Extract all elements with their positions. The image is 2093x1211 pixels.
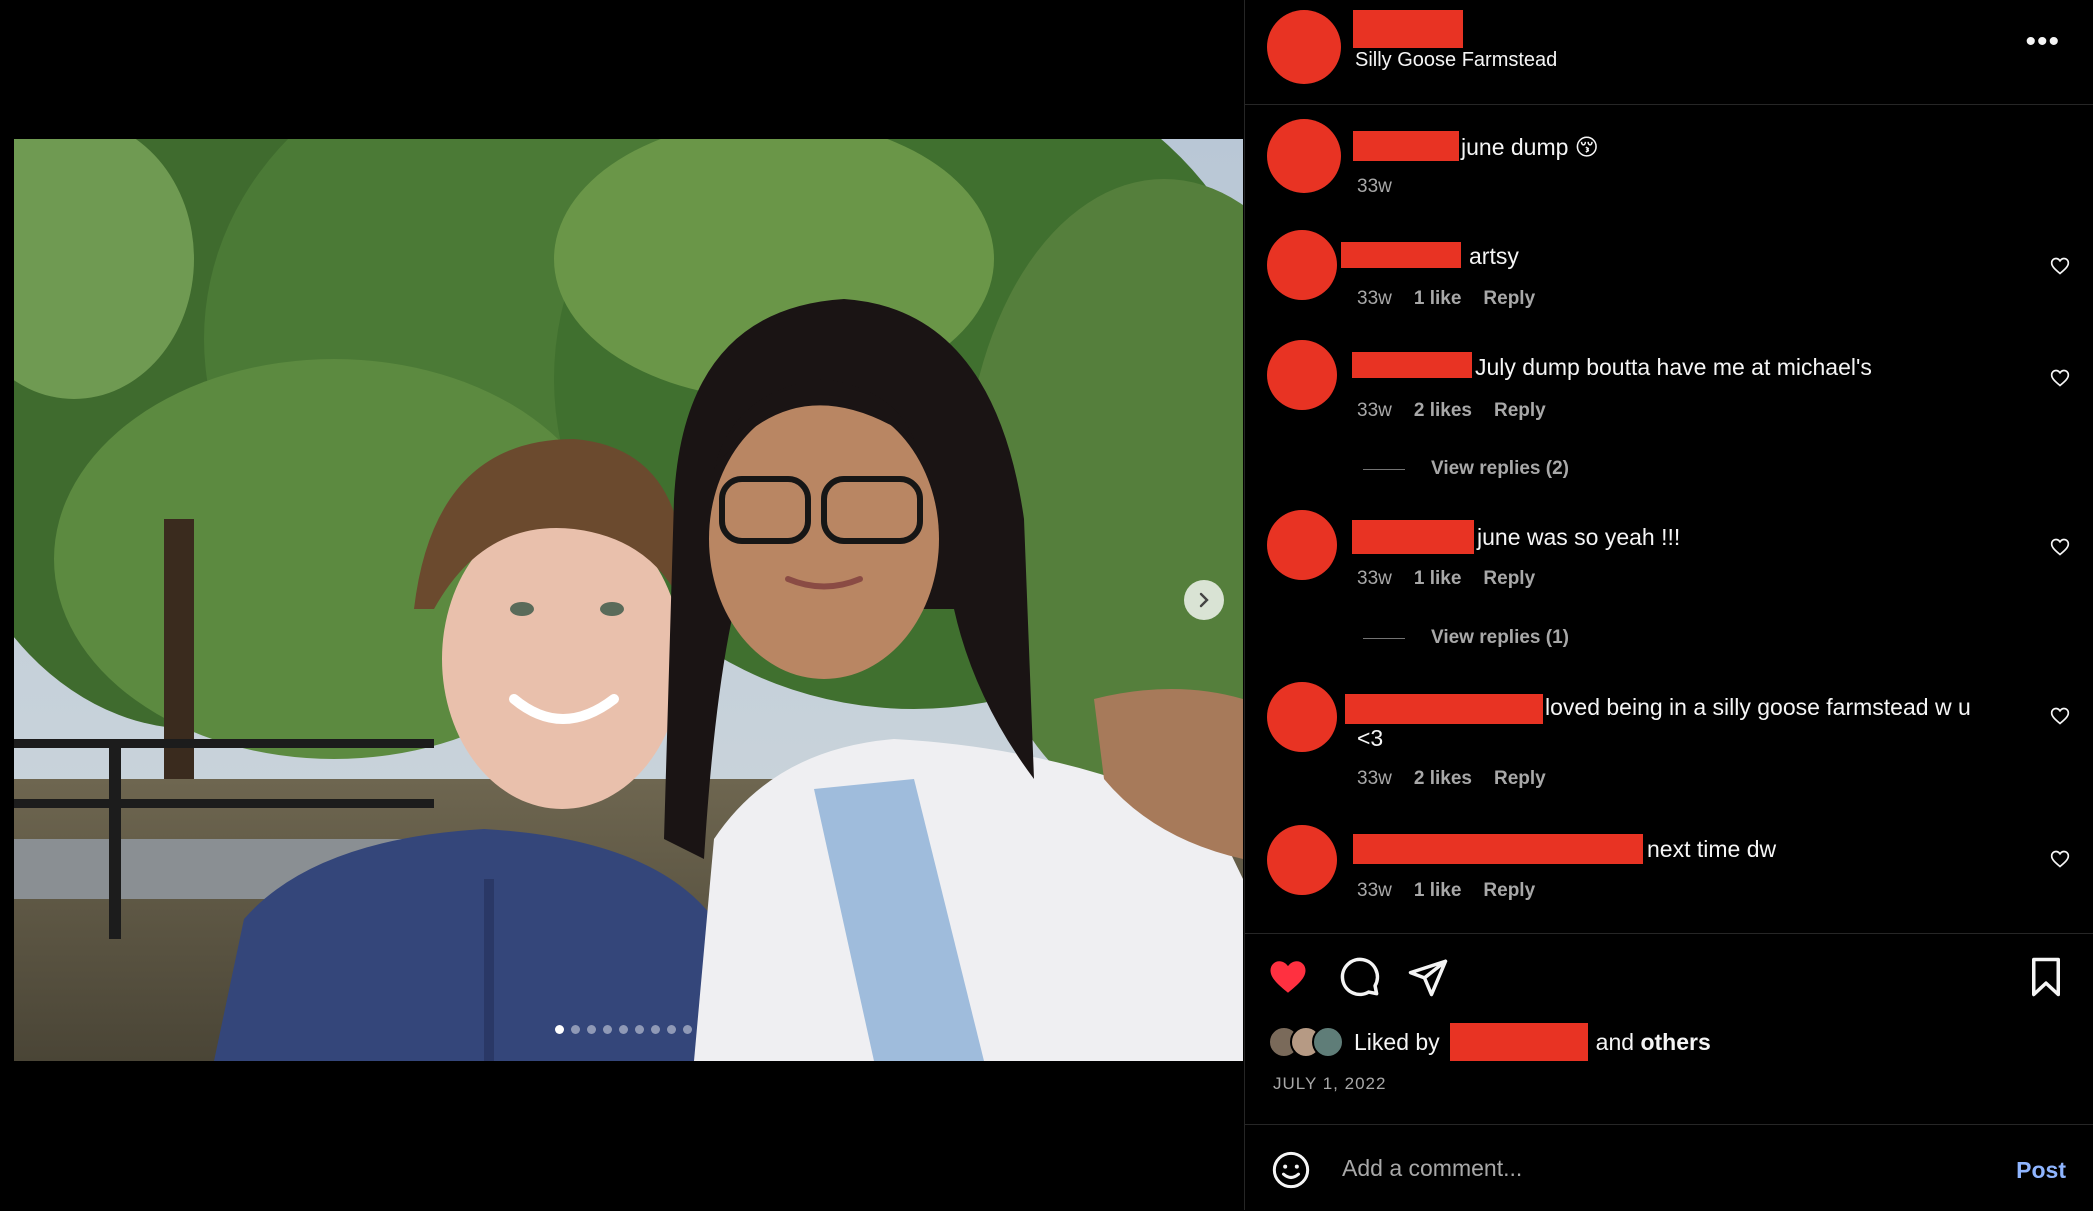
- photo-illustration: [14, 139, 1243, 1061]
- carousel-dot: [571, 1025, 580, 1034]
- comment-likes[interactable]: 1 like: [1414, 288, 1462, 310]
- commenter-avatar[interactable]: [1267, 230, 1337, 300]
- comment-meta: 33w 1 like Reply: [1357, 880, 1535, 902]
- share-icon[interactable]: [1407, 956, 1449, 998]
- comment-input[interactable]: [1340, 1147, 1944, 1189]
- add-comment-bar: Post: [1245, 1124, 2093, 1211]
- post-comment-button[interactable]: Post: [2016, 1157, 2066, 1184]
- comment-text: next time dw: [1647, 836, 1777, 862]
- carousel-dot: [619, 1025, 628, 1034]
- comment-text: loved being in a silly goose farmstead w…: [1545, 694, 1971, 720]
- liker-avatar[interactable]: [1312, 1026, 1344, 1058]
- replies-divider-line: [1363, 468, 1405, 470]
- comment-likes[interactable]: 2 likes: [1414, 768, 1472, 790]
- comment-time: 33w: [1357, 288, 1392, 309]
- like-comment-heart-icon[interactable]: [2050, 849, 2070, 869]
- carousel-indicator: [555, 1025, 692, 1034]
- comment-meta: 33w 1 like Reply: [1357, 288, 1535, 310]
- liked-by-and: and: [1595, 1028, 1635, 1055]
- like-comment-heart-icon[interactable]: [2050, 706, 2070, 726]
- redacted-username[interactable]: [1352, 520, 1474, 554]
- commenter-avatar[interactable]: [1267, 682, 1337, 752]
- reply-button[interactable]: Reply: [1483, 568, 1535, 590]
- commenter-avatar[interactable]: [1267, 510, 1337, 580]
- liked-by-row: Liked by and others: [1268, 1023, 1711, 1061]
- more-options-icon[interactable]: •••: [2025, 27, 2060, 57]
- comment-meta: 33w 1 like Reply: [1357, 568, 1535, 590]
- comment-likes[interactable]: 1 like: [1414, 880, 1462, 902]
- commenter-avatar[interactable]: [1267, 340, 1337, 410]
- carousel-dot: [555, 1025, 564, 1034]
- carousel-dot: [603, 1025, 612, 1034]
- comment-text: artsy: [1469, 243, 1519, 269]
- emoji-icon[interactable]: [1271, 1150, 1311, 1190]
- caption-meta: 33w: [1357, 176, 1392, 198]
- comment-meta: 33w 2 likes Reply: [1357, 768, 1546, 790]
- like-comment-heart-icon[interactable]: [2050, 368, 2070, 388]
- view-replies-button[interactable]: View replies (2): [1363, 458, 1569, 480]
- comment-time: 33w: [1357, 768, 1392, 789]
- caption-time: 33w: [1357, 176, 1392, 197]
- comment-text-continued: <3: [1357, 725, 1384, 751]
- commenter-avatar[interactable]: [1267, 825, 1337, 895]
- carousel-dot: [683, 1025, 692, 1034]
- comment-text: june was so yeah !!!: [1477, 524, 1681, 550]
- caption-text: june dump 😚: [1461, 134, 1599, 160]
- carousel-dot: [667, 1025, 676, 1034]
- liked-by-others[interactable]: others: [1640, 1029, 1710, 1056]
- redacted-username[interactable]: [1353, 834, 1643, 864]
- redacted-username[interactable]: [1352, 352, 1472, 378]
- reply-button[interactable]: Reply: [1494, 400, 1546, 422]
- redacted-username[interactable]: [1449, 1023, 1588, 1061]
- comment-time: 33w: [1357, 568, 1392, 589]
- view-replies-label: View replies (2): [1431, 458, 1569, 479]
- comment-likes[interactable]: 2 likes: [1414, 400, 1472, 422]
- comment-time: 33w: [1357, 400, 1392, 421]
- view-replies-button[interactable]: View replies (1): [1363, 627, 1569, 649]
- chevron-right-icon: [1199, 592, 1209, 608]
- carousel-dot: [635, 1025, 644, 1034]
- bookmark-icon[interactable]: [2025, 956, 2067, 998]
- caption-author-avatar[interactable]: [1267, 119, 1341, 193]
- comment-meta: 33w 2 likes Reply: [1357, 400, 1546, 422]
- post-detail-panel: Silly Goose Farmstead ••• june dump 😚 33…: [1244, 0, 2093, 1210]
- post-header: Silly Goose Farmstead •••: [1245, 0, 2093, 105]
- carousel-dot: [587, 1025, 596, 1034]
- comment-icon[interactable]: [1339, 956, 1381, 998]
- reply-button[interactable]: Reply: [1483, 288, 1535, 310]
- comment-text: July dump boutta have me at michael's: [1475, 354, 1872, 380]
- reply-button[interactable]: Reply: [1483, 880, 1535, 902]
- comment-time: 33w: [1357, 880, 1392, 901]
- like-comment-heart-icon[interactable]: [2050, 256, 2070, 276]
- author-avatar[interactable]: [1267, 10, 1341, 84]
- reply-button[interactable]: Reply: [1494, 768, 1546, 790]
- post-photo[interactable]: [14, 139, 1243, 1061]
- replies-divider-line: [1363, 637, 1405, 639]
- post-date: JULY 1, 2022: [1273, 1074, 1387, 1093]
- next-photo-button[interactable]: [1184, 580, 1224, 620]
- redacted-username[interactable]: [1345, 694, 1543, 724]
- liked-by-prefix: Liked by: [1354, 1028, 1440, 1055]
- redacted-username[interactable]: [1353, 10, 1463, 48]
- view-replies-label: View replies (1): [1431, 627, 1569, 648]
- comment-likes[interactable]: 1 like: [1414, 568, 1462, 590]
- heart-icon[interactable]: [1267, 956, 1309, 998]
- redacted-username[interactable]: [1353, 131, 1459, 161]
- redacted-username[interactable]: [1341, 242, 1461, 268]
- location-link[interactable]: Silly Goose Farmstead: [1355, 49, 1557, 72]
- like-comment-heart-icon[interactable]: [2050, 537, 2070, 557]
- carousel-dot: [651, 1025, 660, 1034]
